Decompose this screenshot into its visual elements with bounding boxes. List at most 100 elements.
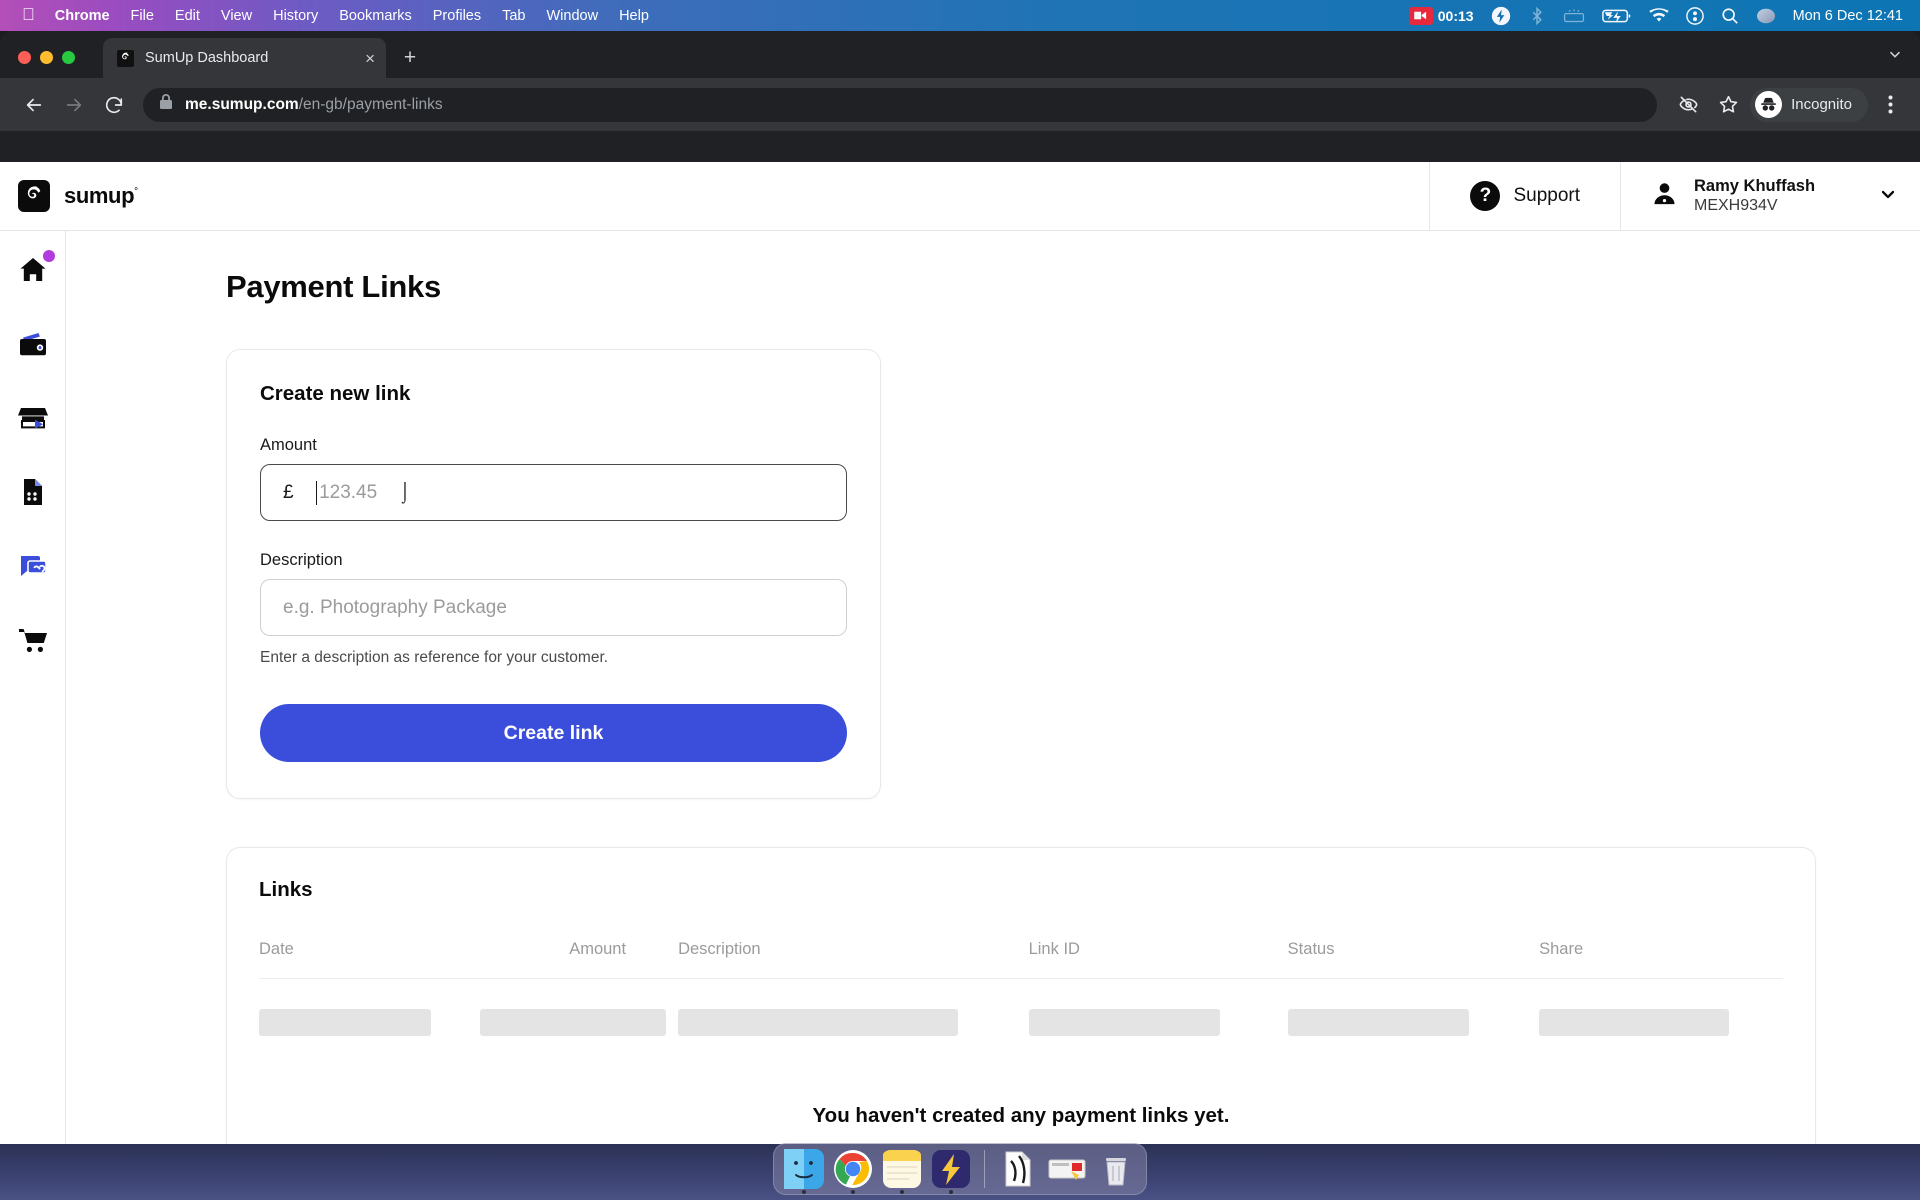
bluetooth-off-icon[interactable] <box>1528 6 1546 26</box>
control-center-icon[interactable] <box>1685 6 1704 25</box>
column-description[interactable]: Description <box>678 940 1029 979</box>
dock-file-document[interactable] <box>997 1148 1039 1190</box>
account-name: Ramy Khuffash <box>1694 176 1816 195</box>
table-row <box>259 979 1783 1036</box>
person-icon <box>1651 180 1678 212</box>
ibeam-cursor-icon: ⌡ <box>399 482 411 503</box>
menu-item-chrome[interactable]: Chrome <box>55 8 110 24</box>
menu-item-edit[interactable]: Edit <box>175 8 200 24</box>
lock-icon <box>159 94 173 115</box>
skeleton-cell <box>479 979 678 1036</box>
running-indicator-dot <box>949 1190 953 1194</box>
skeleton-cell <box>1287 979 1539 1036</box>
back-arrow-icon[interactable] <box>16 87 52 123</box>
column-amount[interactable]: Amount <box>479 940 679 979</box>
dock-trash[interactable] <box>1095 1148 1137 1190</box>
macos-menu-bar:  Chrome File Edit View History Bookmark… <box>0 0 1920 31</box>
menu-item-bookmarks[interactable]: Bookmarks <box>339 8 412 24</box>
menu-bar-clock[interactable]: Mon 6 Dec 12:41 <box>1793 8 1903 24</box>
sidebar-item-payment-links[interactable] <box>16 549 50 583</box>
dock-app-notes[interactable] <box>881 1148 923 1194</box>
wifi-icon[interactable] <box>1648 7 1669 24</box>
description-helper-text: Enter a description as reference for you… <box>260 649 609 666</box>
sidebar-item-orders[interactable] <box>16 623 50 657</box>
text-caret <box>315 480 318 505</box>
kebab-menu-icon[interactable] <box>1872 87 1908 123</box>
amount-input[interactable]: £ 123.45 ⌡ <box>260 464 847 521</box>
column-date[interactable]: Date <box>259 940 480 979</box>
flash-circle-icon[interactable] <box>1491 6 1511 26</box>
window-minimize-button[interactable] <box>40 51 53 64</box>
notification-badge-dot <box>42 250 55 262</box>
sumup-logo-mark-icon <box>18 180 50 212</box>
header-spacer <box>138 162 1430 230</box>
menu-item-help[interactable]: Help <box>619 8 649 24</box>
browser-tab-strip: SumUp Dashboard × + <box>0 31 1920 78</box>
browser-tab[interactable]: SumUp Dashboard × <box>103 38 386 78</box>
star-icon[interactable] <box>1710 87 1746 123</box>
running-indicator-dot <box>900 1190 904 1194</box>
running-indicator-dot <box>851 1190 855 1194</box>
chevron-down-icon[interactable] <box>1878 184 1898 209</box>
keyboard-brightness-icon[interactable] <box>1563 8 1585 24</box>
incognito-profile-button[interactable]: Incognito <box>1750 87 1868 122</box>
amount-label: Amount <box>260 436 317 454</box>
dock-file-screenshot[interactable] <box>1046 1148 1088 1190</box>
create-link-button[interactable]: Create link <box>260 704 847 762</box>
menu-item-tab[interactable]: Tab <box>502 8 525 24</box>
window-close-button[interactable] <box>18 51 31 64</box>
menu-bar-status-area: 00:13 Mon 6 Dec 12:41 <box>1408 6 1920 26</box>
document-icon <box>23 479 42 505</box>
menu-item-view[interactable]: View <box>221 8 252 24</box>
account-details: Ramy Khuffash MEXH934V <box>1694 176 1815 217</box>
page-title: Payment Links <box>226 269 441 304</box>
sidebar-item-shop[interactable] <box>16 401 50 435</box>
dock-app-finder[interactable] <box>783 1148 825 1194</box>
column-status[interactable]: Status <box>1287 940 1540 979</box>
sumup-wordmark: sumup° <box>64 183 138 208</box>
reload-icon[interactable] <box>96 87 132 123</box>
new-tab-button[interactable]: + <box>395 43 425 73</box>
app-body: Payment Links Create new link Amount £ 1… <box>0 231 1920 1144</box>
window-traffic-lights <box>18 51 75 78</box>
store-icon <box>17 408 48 429</box>
menu-item-profiles[interactable]: Profiles <box>433 8 481 24</box>
column-share[interactable]: Share <box>1539 940 1783 979</box>
window-maximize-button[interactable] <box>62 51 75 64</box>
skeleton-cell <box>259 979 480 1036</box>
url-path: /en-gb/payment-links <box>298 95 443 113</box>
wallet-icon <box>19 333 46 356</box>
sidebar-item-home[interactable] <box>16 250 55 287</box>
dock-app-chrome[interactable] <box>832 1148 874 1194</box>
column-link-id[interactable]: Link ID <box>1028 940 1288 979</box>
links-heading: Links <box>259 878 313 901</box>
tab-close-icon[interactable]: × <box>357 50 375 67</box>
sidebar-item-wallet[interactable] <box>16 327 50 361</box>
screen-recording-indicator[interactable]: 00:13 <box>1408 6 1474 25</box>
skeleton-cell <box>678 979 1029 1036</box>
forward-arrow-icon[interactable] <box>56 87 92 123</box>
tab-list-chevron-icon[interactable] <box>1886 45 1920 78</box>
siri-icon[interactable] <box>1756 7 1776 25</box>
links-table-header-row: Date Amount Description Link ID Status S… <box>259 940 1783 979</box>
menu-item-history[interactable]: History <box>273 8 318 24</box>
account-menu-button[interactable]: Ramy Khuffash MEXH934V <box>1620 162 1920 230</box>
question-circle-icon: ? <box>1470 181 1501 211</box>
apple-logo-icon[interactable]:  <box>22 6 35 23</box>
sidebar-item-invoices[interactable] <box>16 475 50 509</box>
eye-off-icon[interactable] <box>1670 87 1706 123</box>
sumup-brand-logo[interactable]: sumup° <box>0 162 138 230</box>
description-placeholder: e.g. Photography Package <box>283 596 507 618</box>
main-content: Payment Links Create new link Amount £ 1… <box>66 231 1920 1144</box>
support-label: Support <box>1513 185 1580 206</box>
links-empty-message: You haven't created any payment links ye… <box>812 1104 1230 1127</box>
address-bar[interactable]: me.sumup.com/en-gb/payment-links <box>143 87 1658 122</box>
payment-link-icon <box>20 556 47 576</box>
battery-charging-icon[interactable] <box>1601 8 1632 24</box>
dock-app-flash[interactable] <box>930 1148 972 1194</box>
menu-item-file[interactable]: File <box>131 8 154 24</box>
description-input[interactable]: e.g. Photography Package <box>260 579 847 636</box>
menu-item-window[interactable]: Window <box>547 8 599 24</box>
support-button[interactable]: ? Support <box>1429 162 1620 230</box>
search-icon[interactable] <box>1721 7 1739 25</box>
